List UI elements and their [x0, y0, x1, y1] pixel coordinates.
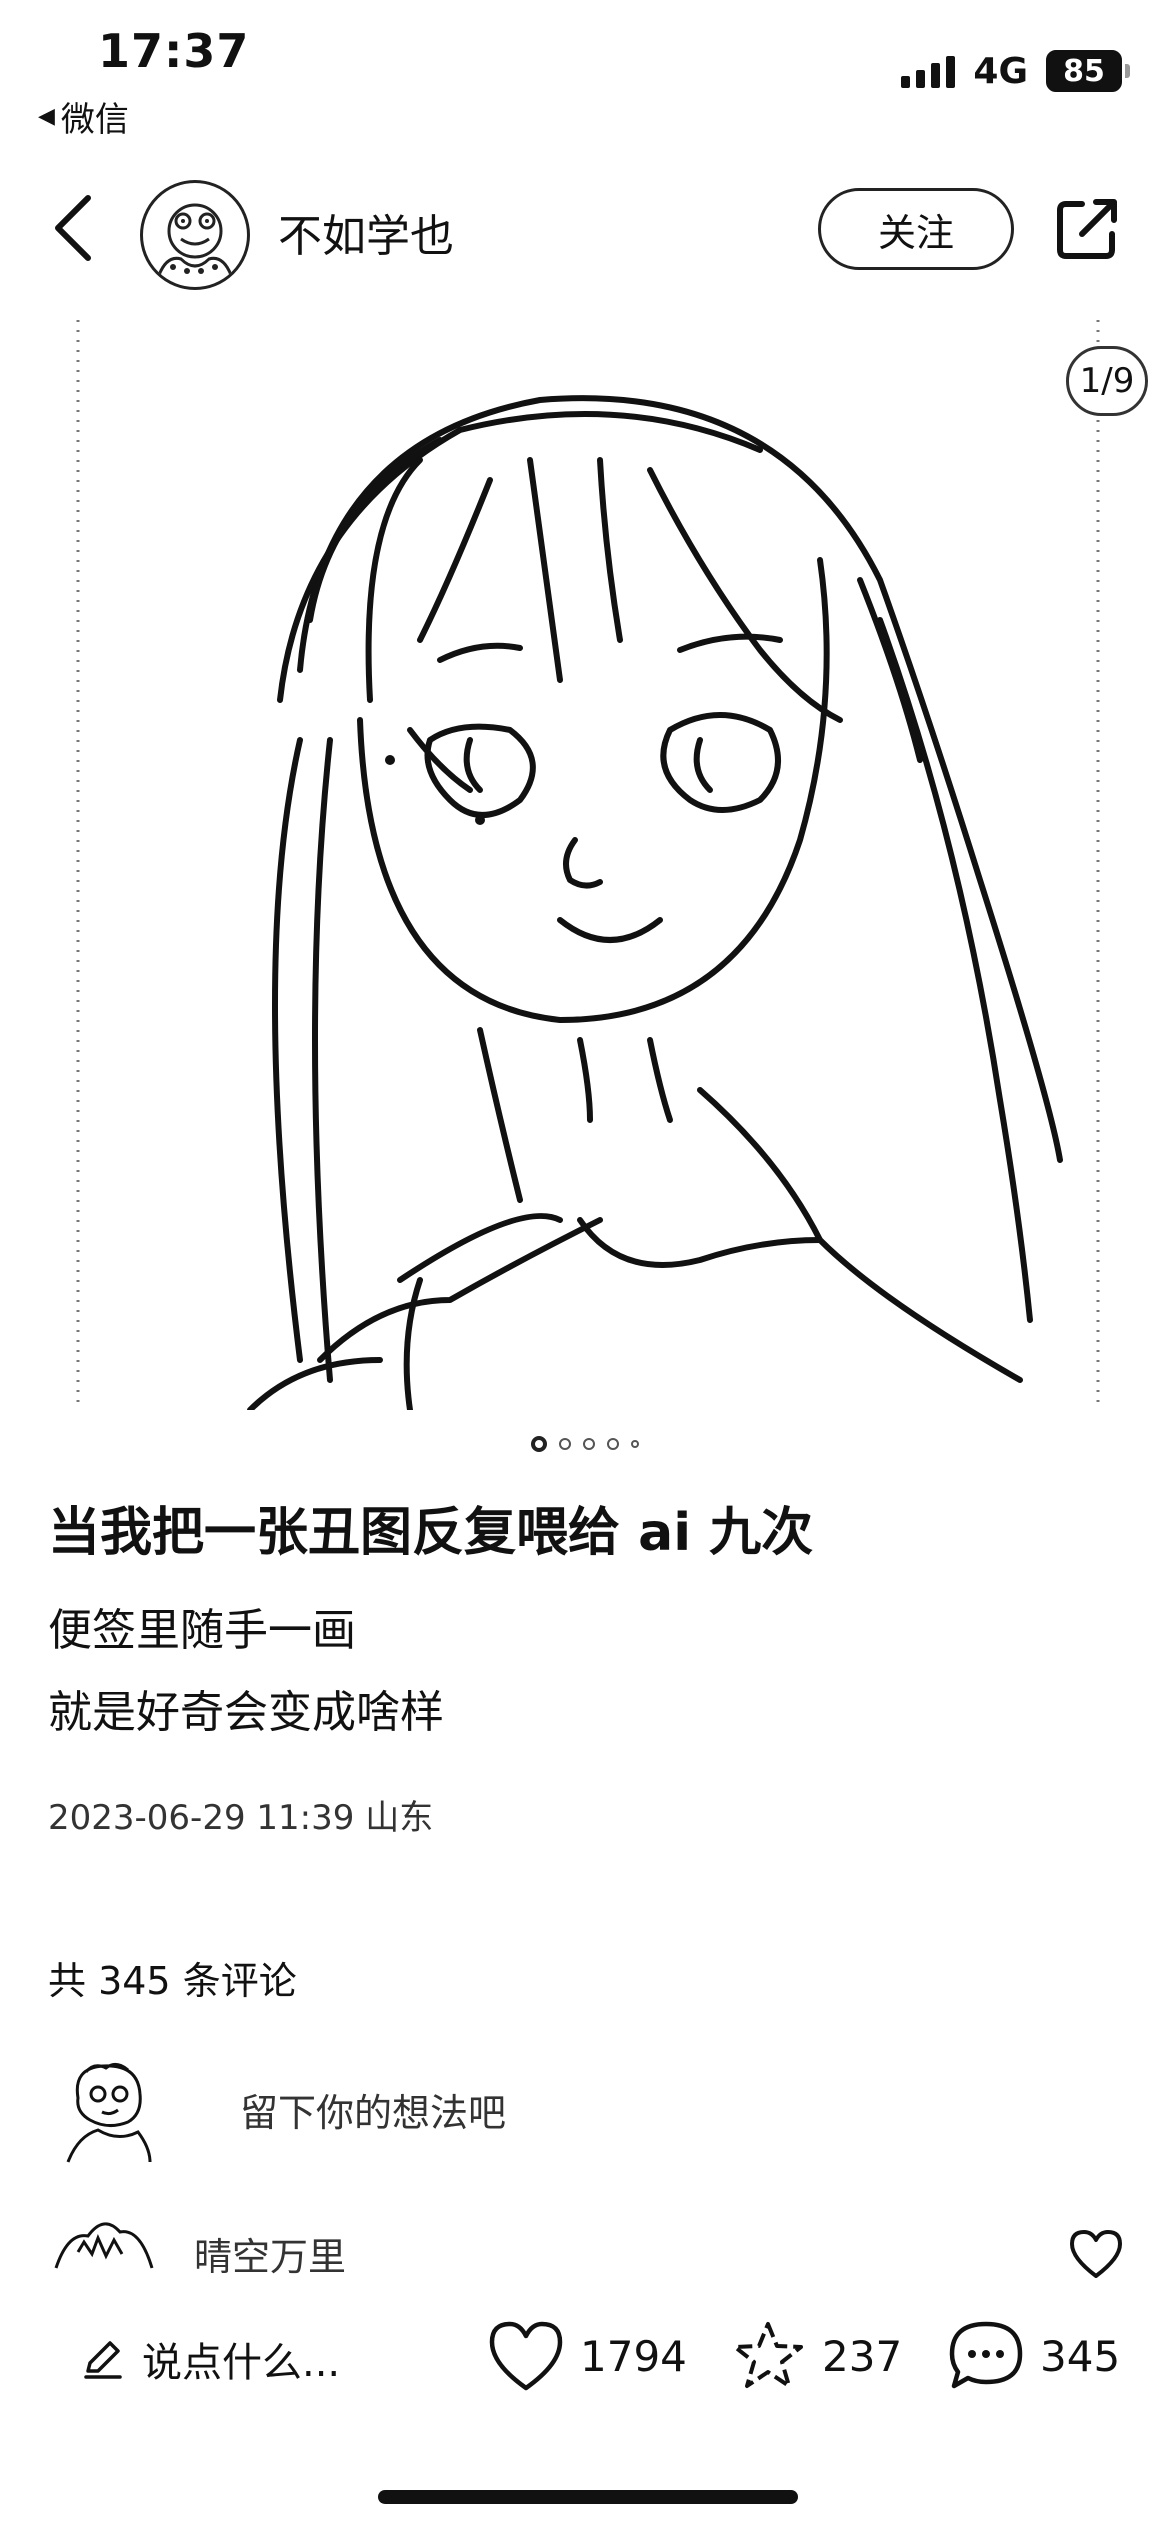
image-counter: 1/9 — [1066, 346, 1148, 416]
post-date-location: 2023-06-29 11:39 山东 — [48, 1798, 434, 1838]
status-time: 17:37 — [98, 24, 250, 78]
say-something-button[interactable]: 说点什么... — [80, 2330, 340, 2388]
page-dot-5[interactable] — [631, 1440, 639, 1448]
commenter-avatar[interactable] — [48, 2202, 158, 2272]
commenter-name[interactable]: 晴空万里 — [194, 2226, 346, 2281]
share-icon[interactable] — [1052, 194, 1122, 264]
post-body: 便签里随手一画 就是好奇会变成啥样 — [48, 1590, 444, 1754]
page-dot-4[interactable] — [607, 1438, 619, 1450]
frog-avatar-icon — [157, 203, 233, 276]
follow-button[interactable]: 关注 — [818, 188, 1014, 270]
back-chevron-icon[interactable] — [46, 188, 106, 268]
like-count: 1794 — [580, 2331, 687, 2381]
pencil-icon — [84, 2341, 122, 2379]
star-icon — [733, 2322, 803, 2388]
comment-bubble-icon — [949, 2321, 1023, 2389]
image-pagination — [0, 1436, 1170, 1452]
back-app-label: 微信 — [60, 100, 129, 140]
heart-icon — [489, 2321, 563, 2391]
collect-count: 237 — [822, 2331, 903, 2381]
say-something-label: 说点什么... — [142, 2340, 341, 2386]
page-dot-3[interactable] — [583, 1438, 595, 1450]
girl-sketch-image — [76, 320, 1100, 1410]
comment-count-bottom: 345 — [1040, 2331, 1121, 2381]
current-user-avatar — [66, 2063, 152, 2163]
author-name[interactable]: 不如学也 — [278, 200, 454, 264]
home-indicator[interactable] — [378, 2490, 798, 2504]
collect-button[interactable]: 237 — [728, 2318, 902, 2394]
comment-button[interactable]: 345 — [946, 2318, 1120, 2394]
post-body-line: 就是好奇会变成啥样 — [48, 1687, 444, 1738]
author-avatar[interactable] — [140, 180, 250, 290]
comment-like-heart-icon[interactable] — [1068, 2228, 1124, 2280]
post-body-line: 便签里随手一画 — [48, 1605, 356, 1656]
post-title: 当我把一张丑图反复喂给 ai 九次 — [48, 1503, 814, 1563]
battery-level: 85 — [1046, 50, 1122, 92]
post-image[interactable] — [0, 320, 1170, 1410]
comment-input[interactable]: 留下你的想法吧 — [240, 2082, 506, 2137]
network-type: 4G — [973, 50, 1028, 92]
back-to-app[interactable]: ◀ 微信 — [38, 92, 129, 141]
page-dot-2[interactable] — [559, 1438, 571, 1450]
page-dot-1[interactable] — [531, 1436, 547, 1452]
like-button[interactable]: 1794 — [486, 2318, 687, 2394]
signal-icon — [901, 54, 956, 88]
comment-count: 共 345 条评论 — [48, 1959, 297, 2003]
status-indicators: 4G 85 — [901, 50, 1130, 92]
battery-icon: 85 — [1046, 50, 1130, 92]
back-triangle-icon: ◀ — [38, 104, 55, 129]
